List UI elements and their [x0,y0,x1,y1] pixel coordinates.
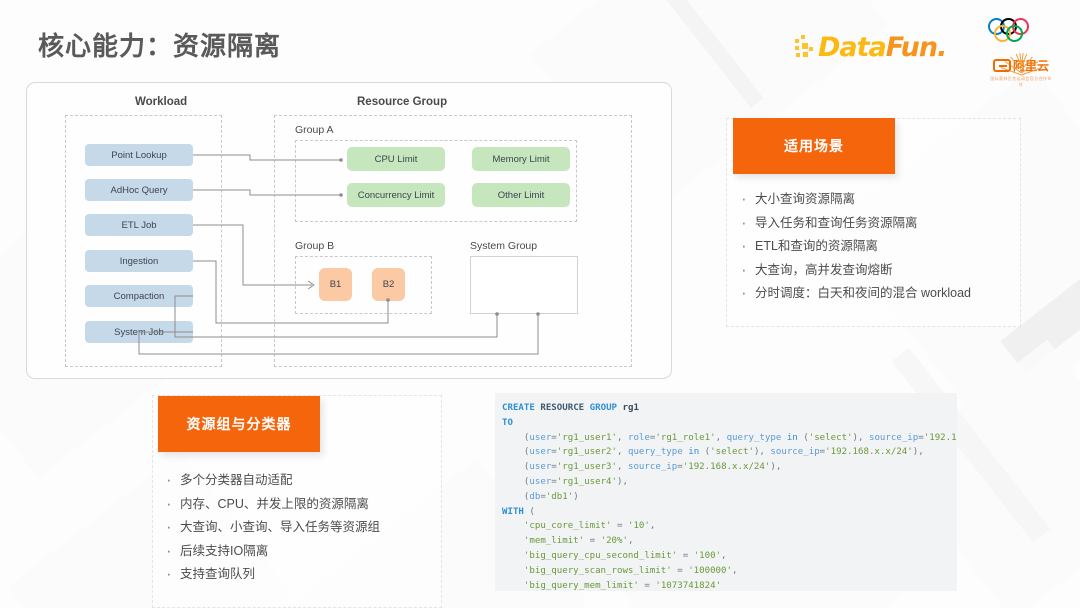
aliyun-subtitle: 国际奥林匹克运动会官方合作伙伴 [990,76,1052,87]
slide-root: 核心能力：资源隔离 DataFun. 国际奥林匹克运动会官方合作伙伴 Workl… [0,0,1080,608]
aliyun-logo: 阿里云 国际奥林匹克运动会官方合作伙伴 [985,18,1057,90]
page-title: 核心能力：资源隔离 [38,31,282,61]
list-item: ETL和查询的资源隔离 [738,234,1020,259]
olympic-rings-icon [988,18,1054,42]
datafun-wordmark: DataFun. [818,31,948,63]
list-item: 支持查询队列 [163,562,441,587]
scenario-heading-chip: 适用场景 [733,118,895,174]
list-item: 大小查询资源隔离 [738,187,1020,212]
datafun-dots-icon [795,35,817,59]
resource-group-bullet-list: 多个分类器自动适配 内存、CPU、并发上限的资源隔离 大查询、小查询、导入任务等… [163,468,441,587]
architecture-diagram: Workload Resource Group Group A CPU Limi… [26,82,672,379]
list-item: 多个分类器自动适配 [163,468,441,493]
rays-decoration [985,40,1057,76]
list-item: 大查询，高并发查询熔断 [738,258,1020,283]
sql-code-text: CREATE RESOURCE GROUP rg1 TO (user='rg1_… [502,403,957,591]
list-item: 分时调度：白天和夜间的混合 workload [738,281,1020,306]
list-item: 内存、CPU、并发上限的资源隔离 [163,492,441,517]
connector-wires [138,154,540,355]
datafun-text-a: Data [818,31,887,63]
datafun-logo: DataFun. [795,30,948,64]
datafun-text-b: Fun. [885,31,948,63]
list-item: 后续支持IO隔离 [163,539,441,564]
resource-group-heading-chip: 资源组与分类器 [158,396,320,452]
list-item: 大查询、小查询、导入任务等资源组 [163,515,441,540]
scenario-bullet-list: 大小查询资源隔离 导入任务和查询任务资源隔离 ETL和查询的资源隔离 大查询，高… [738,187,1020,306]
sql-code-block: CREATE RESOURCE GROUP rg1 TO (user='rg1_… [495,393,957,591]
aliyun-c-icon [992,58,1011,72]
list-item: 导入任务和查询任务资源隔离 [738,211,1020,236]
